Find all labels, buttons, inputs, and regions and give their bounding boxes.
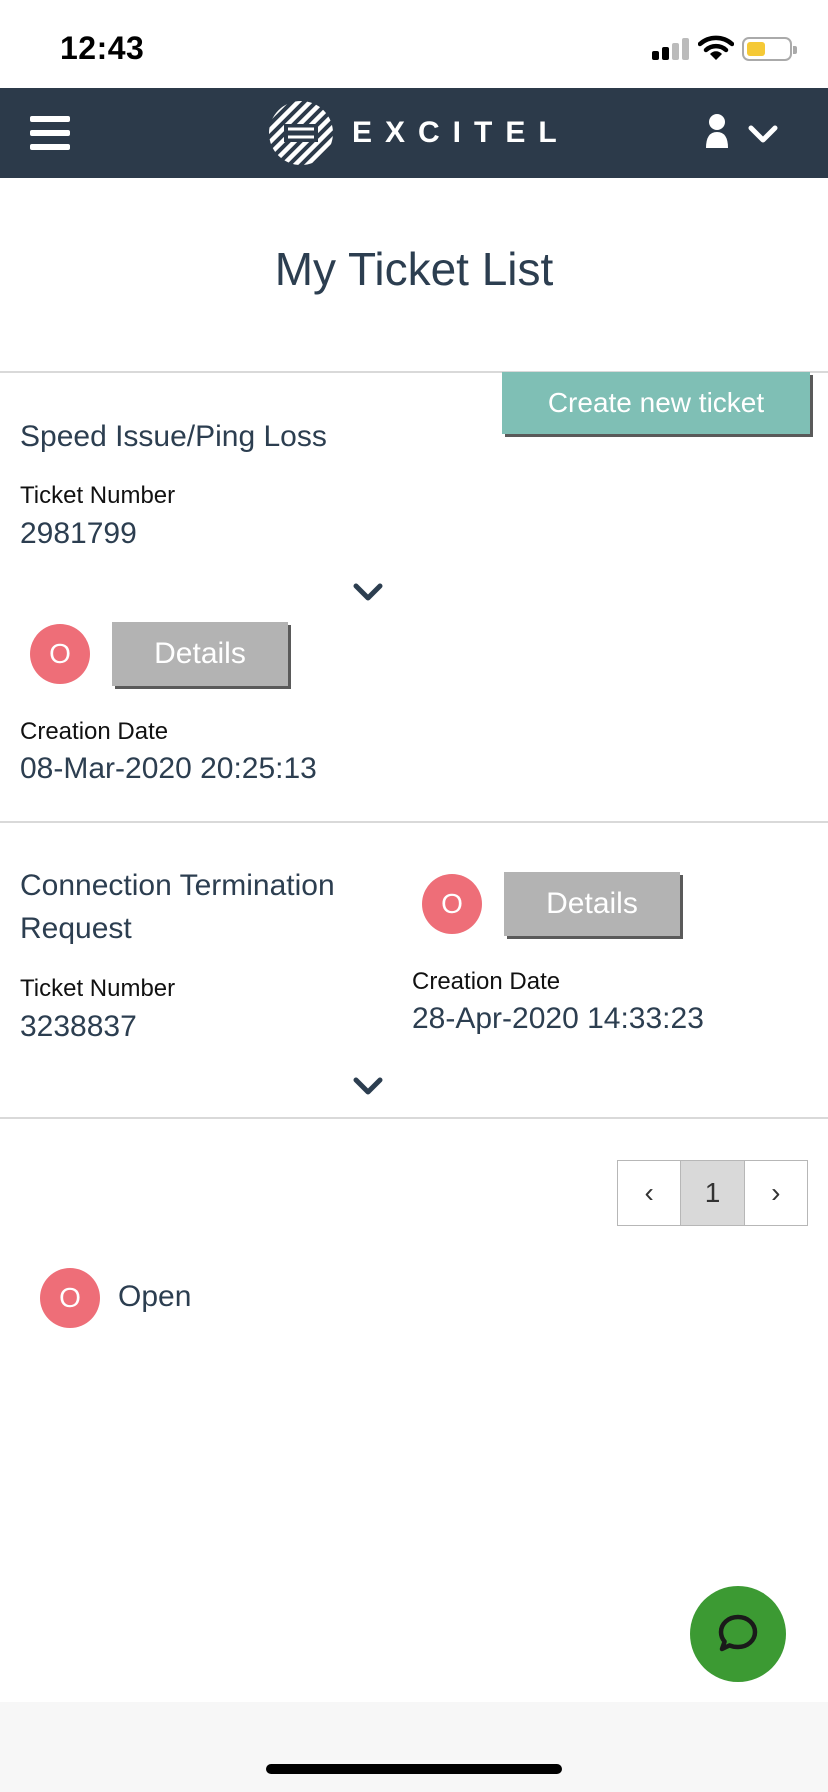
details-button[interactable]: Details: [112, 622, 288, 686]
ticket-title: Speed Issue/Ping Loss: [20, 420, 327, 453]
pagination: ‹ 1 ›: [617, 1160, 808, 1226]
ticket-title-line: Request: [20, 912, 132, 945]
ticket-number: 2981799: [20, 517, 137, 550]
user-menu-button[interactable]: [704, 112, 780, 154]
legend-status-badge: O: [40, 1268, 100, 1328]
bottom-bar: [0, 1702, 828, 1792]
creation-date-label: Creation Date: [20, 718, 169, 745]
brand[interactable]: EXCITEL: [268, 100, 570, 166]
divider: [0, 821, 828, 823]
ticket-number-label: Ticket Number: [20, 975, 176, 1002]
hamburger-menu-icon[interactable]: [30, 116, 70, 150]
ticket-title-line: Connection Termination: [20, 869, 335, 902]
ticket-number: 3238837: [20, 1010, 137, 1043]
chat-button[interactable]: [690, 1586, 786, 1682]
next-page-button[interactable]: ›: [745, 1161, 807, 1225]
home-indicator[interactable]: [266, 1764, 562, 1774]
chevron-down-icon[interactable]: [353, 583, 383, 603]
brand-name: EXCITEL: [352, 116, 570, 149]
chevron-down-icon: [748, 125, 778, 143]
ticket-title: Connection Termination Request: [20, 864, 335, 950]
wifi-icon: [698, 35, 734, 60]
create-new-ticket-button[interactable]: Create new ticket: [502, 372, 810, 434]
page-1-button[interactable]: 1: [681, 1161, 745, 1225]
cellular-signal-icon: [652, 38, 690, 60]
top-navbar: EXCITEL: [0, 88, 828, 178]
chat-bubble-icon: [718, 1614, 758, 1652]
prev-page-button[interactable]: ‹: [618, 1161, 682, 1225]
status-badge: O: [30, 624, 90, 684]
page-title: My Ticket List: [274, 243, 554, 295]
status-badge: O: [422, 874, 482, 934]
legend-label: Open: [118, 1280, 192, 1313]
user-icon: [706, 114, 728, 148]
ticket-number-label: Ticket Number: [20, 482, 176, 509]
creation-date: 08-Mar-2020 20:25:13: [20, 752, 317, 785]
creation-date: 28-Apr-2020 14:33:23: [412, 1002, 704, 1035]
details-button[interactable]: Details: [504, 872, 680, 936]
divider: [0, 1117, 828, 1119]
creation-date-label: Creation Date: [412, 968, 561, 995]
status-bar: 12:43: [0, 0, 828, 88]
status-time: 12:43: [60, 30, 145, 66]
excitel-logo-icon: [269, 101, 333, 165]
battery-icon: [742, 37, 797, 61]
chevron-down-icon[interactable]: [353, 1077, 383, 1097]
